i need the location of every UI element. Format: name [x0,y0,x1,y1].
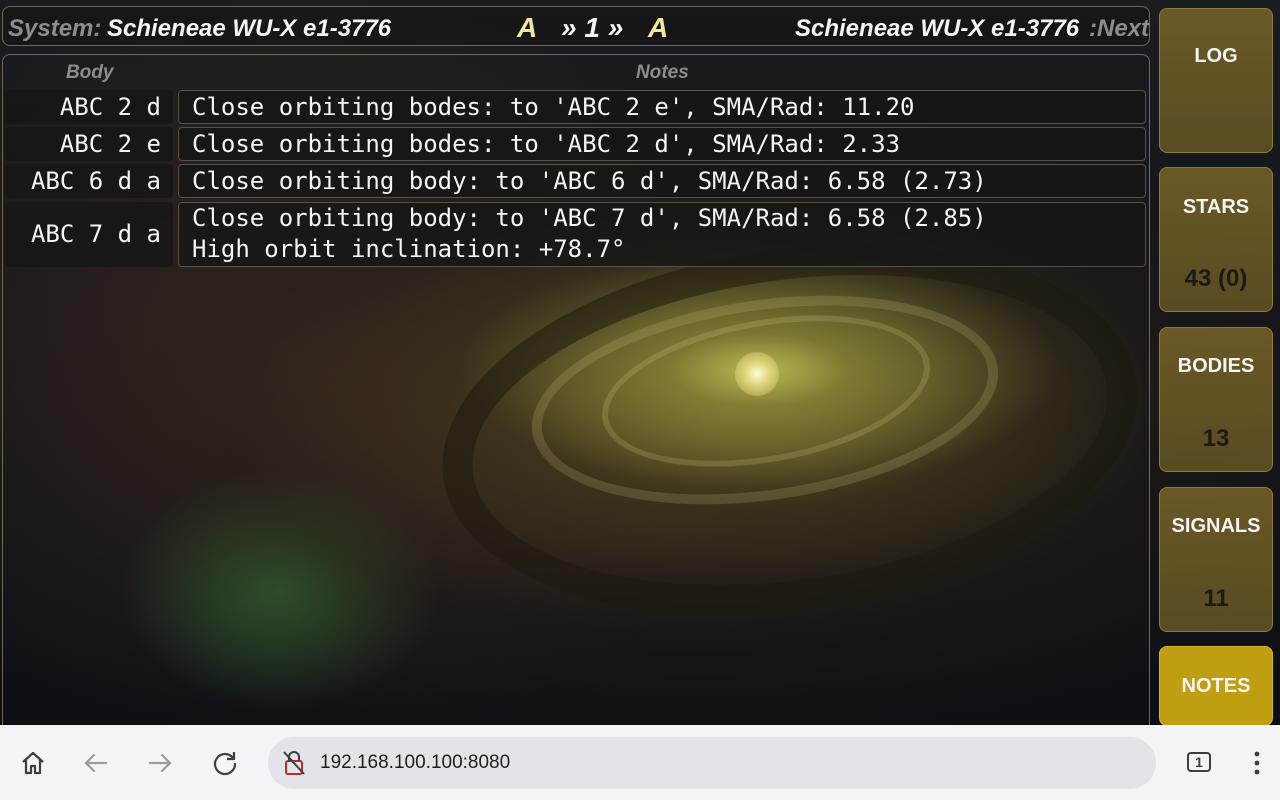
bodies-count: 13 [1202,425,1230,452]
stars-button-label: STARS [1182,196,1250,218]
more-vert-icon[interactable] [1246,749,1268,777]
signals-button[interactable]: SIGNALS 11 [1159,487,1273,632]
forward-arrow-icon[interactable] [146,749,174,777]
column-header-body: Body [66,62,114,83]
bodies-button[interactable]: BODIES 13 [1159,327,1273,472]
table-row: ABC 2 d Close orbiting bodes: to 'ABC 2 … [5,90,1147,124]
notes-cell: Close orbiting body: to 'ABC 6 d', SMA/R… [178,164,1146,198]
system-name: Schieneae WU-X e1-3776 [107,15,392,42]
table-row: ABC 6 d a Close orbiting body: to 'ABC 6… [5,164,1147,198]
stars-count: 43 (0) [1184,265,1248,292]
signals-button-label: SIGNALS [1171,515,1261,537]
body-cell: ABC 7 d a [5,202,173,267]
tabs-icon[interactable]: 1 [1187,752,1211,772]
signals-count: 11 [1203,585,1229,612]
system-label: System: [8,15,102,42]
nav-end-button[interactable]: A [648,12,668,44]
log-button-label: LOG [1194,45,1238,67]
table-row: ABC 2 e Close orbiting bodes: to 'ABC 2 … [5,127,1147,161]
url-text[interactable]: 192.168.100.100:8080 [320,752,510,774]
notes-cell: Close orbiting bodes: to 'ABC 2 d', SMA/… [178,127,1146,161]
log-button[interactable]: LOG [1159,8,1273,153]
notes-cell: Close orbiting bodes: to 'ABC 2 e', SMA/… [178,90,1146,124]
nav-start-button[interactable]: A [517,12,537,44]
next-label[interactable]: :Next [1089,15,1149,43]
reload-icon[interactable] [211,749,239,777]
system-header: System: Schieneae WU-X e1-3776 A » 1 » A… [2,6,1150,46]
notes-button-label: NOTES [1181,675,1251,697]
table-row: ABC 7 d a Close orbiting body: to 'ABC 7… [5,202,1147,267]
bodies-button-label: BODIES [1177,355,1255,377]
insecure-lock-icon[interactable] [281,749,307,777]
body-cell: ABC 2 e [5,127,173,161]
nav-jump-counter[interactable]: » 1 » [561,12,623,44]
back-arrow-icon[interactable] [82,749,110,777]
column-header-notes: Notes [636,62,689,83]
body-cell: ABC 6 d a [5,164,173,198]
home-icon[interactable] [19,749,47,777]
next-system-name[interactable]: Schieneae WU-X e1-3776 [795,15,1079,43]
notes-cell: Close orbiting body: to 'ABC 7 d', SMA/R… [178,202,1146,267]
stars-button[interactable]: STARS 43 (0) [1159,167,1273,312]
body-cell: ABC 2 d [5,90,173,124]
notes-button[interactable]: NOTES [1159,646,1273,726]
